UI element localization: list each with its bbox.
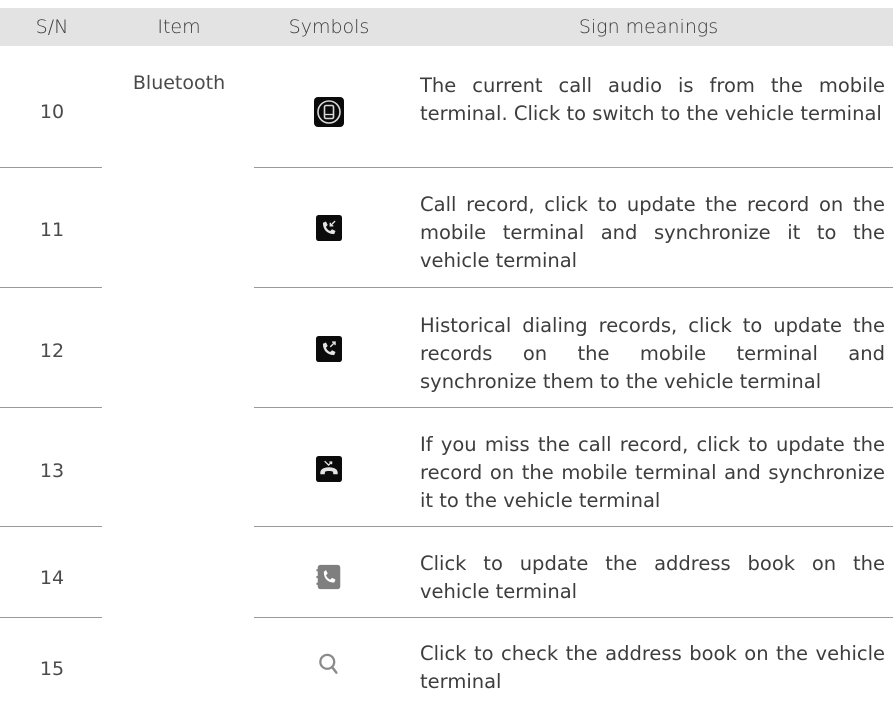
row-sn: 14 [39, 567, 65, 589]
row-sn: 15 [39, 658, 65, 680]
row-sn: 12 [39, 340, 65, 362]
address-book-update-icon [254, 562, 404, 592]
row-divider [0, 617, 102, 618]
row-sn: 11 [39, 219, 65, 241]
table-header: S/N Item Symbols Sign meanings [0, 8, 893, 46]
row-meaning: If you miss the call record, click to up… [420, 433, 885, 512]
header-meanings: Sign meanings [578, 16, 719, 38]
mobile-terminal-audio-icon [254, 93, 404, 131]
row-meaning: The current call audio is from the mobil… [420, 74, 885, 125]
row-meaning: Click to update the address book on the … [420, 552, 885, 603]
header-sn: S/N [35, 16, 69, 38]
row-divider [0, 526, 102, 527]
outgoing-call-record-icon [254, 334, 404, 364]
row-divider [254, 287, 893, 288]
row-divider [0, 167, 102, 168]
row-divider [254, 407, 893, 408]
search-icon [254, 649, 404, 679]
row-divider [254, 167, 893, 168]
row-sn: 13 [39, 460, 65, 482]
row-meaning: Call record, click to update the record … [420, 193, 885, 272]
incoming-call-record-icon [254, 213, 404, 243]
header-item: Item [157, 16, 201, 38]
row-divider [0, 287, 102, 288]
missed-call-icon [254, 454, 404, 484]
row-meaning: Click to check the address book on the v… [420, 642, 885, 693]
row-divider [0, 407, 102, 408]
row-meaning: Historical dialing records, click to upd… [420, 314, 885, 393]
row-sn: 10 [39, 101, 65, 123]
row-divider [254, 617, 893, 618]
row-divider [254, 526, 893, 527]
item-bluetooth: Bluetooth [132, 72, 226, 94]
header-symbols: Symbols [288, 16, 370, 38]
